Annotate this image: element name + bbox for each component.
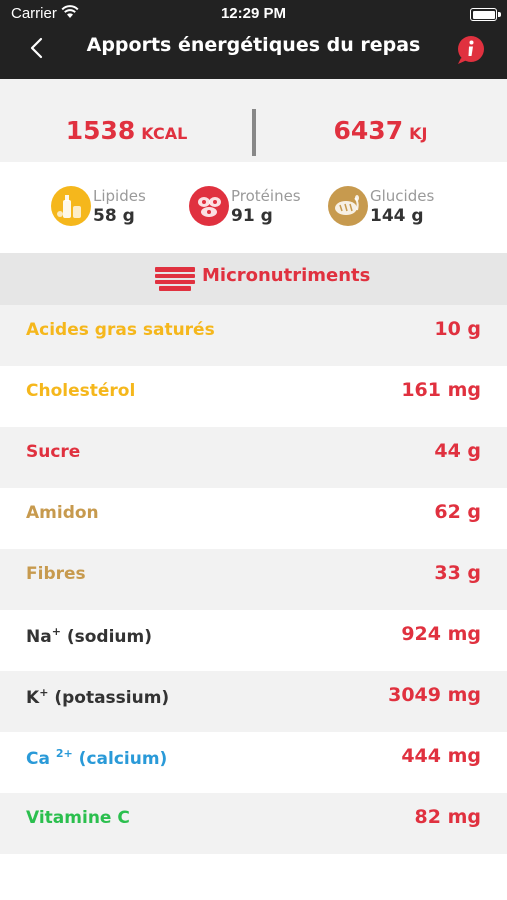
- kj-unit: KJ: [409, 124, 428, 143]
- nutrient-amount: 3049 mg: [388, 684, 481, 706]
- kcal-number: 1538: [65, 116, 136, 145]
- layers-icon: [155, 267, 195, 291]
- micronutrients-list: Acides gras saturés 10 g Cholestérol 161…: [0, 305, 507, 854]
- nutrient-amount: 924 mg: [401, 623, 481, 645]
- macro-value: 58 g: [93, 206, 135, 226]
- status-bar: Carrier 12:29 PM: [0, 0, 507, 28]
- nutrient-label: (potassium): [48, 688, 170, 708]
- nutrient-name: Na+ (sodium): [26, 625, 152, 647]
- page-title: Apports énergétiques du repas: [86, 34, 421, 56]
- macros-row: Lipides 58 g Protéines 91 g Glucides 144…: [0, 162, 507, 253]
- info-bubble-icon[interactable]: [455, 34, 487, 66]
- nutrient-amount: 444 mg: [401, 745, 481, 767]
- kcal-unit: KCAL: [141, 124, 188, 143]
- kcal-value: 1538 KCAL: [0, 79, 253, 162]
- list-item: Cholestérol 161 mg: [0, 366, 507, 427]
- macro-label: Protéines: [231, 187, 301, 205]
- nutrient-name: Vitamine C: [26, 808, 130, 828]
- nutrient-symbol: Na: [26, 627, 52, 647]
- list-item: Vitamine C 82 mg: [0, 793, 507, 854]
- list-item: Acides gras saturés 10 g: [0, 305, 507, 366]
- nav-bar: Apports énergétiques du repas: [0, 28, 507, 79]
- list-item: Sucre 44 g: [0, 427, 507, 488]
- nutrient-charge: +: [51, 625, 61, 638]
- nutrient-amount: 62 g: [434, 501, 481, 523]
- nutrient-name: Amidon: [26, 503, 99, 523]
- oil-bottle-icon: [51, 186, 91, 226]
- nutrient-name: K+ (potassium): [26, 686, 169, 708]
- macro-label: Lipides: [93, 187, 146, 205]
- nutrient-name: Fibres: [26, 564, 86, 584]
- nutrient-name: Ca 2+ (calcium): [26, 747, 167, 769]
- macro-value: 91 g: [231, 206, 273, 226]
- nutrient-label: (calcium): [72, 749, 168, 769]
- nutrient-symbol: Ca: [26, 749, 56, 769]
- nutrient-name: Cholestérol: [26, 381, 136, 401]
- list-item: Amidon 62 g: [0, 488, 507, 549]
- meat-icon: [189, 186, 229, 226]
- list-item: Ca 2+ (calcium) 444 mg: [0, 732, 507, 793]
- kj-value: 6437 KJ: [254, 79, 507, 162]
- battery-icon: [470, 8, 501, 21]
- macro-value: 144 g: [370, 206, 424, 226]
- list-item: Na+ (sodium) 924 mg: [0, 610, 507, 671]
- list-item: Fibres 33 g: [0, 549, 507, 610]
- micronutrients-title: Micronutriments: [202, 265, 371, 286]
- nutrient-amount: 82 mg: [414, 806, 481, 828]
- energy-summary: 1538 KCAL 6437 KJ: [0, 79, 507, 162]
- bread-icon: [328, 186, 368, 226]
- nutrient-label: (sodium): [60, 627, 152, 647]
- kj-number: 6437: [333, 116, 404, 145]
- nutrient-amount: 44 g: [434, 440, 481, 462]
- micronutrients-header: Micronutriments: [0, 253, 507, 305]
- status-time: 12:29 PM: [220, 5, 287, 22]
- nutrient-amount: 10 g: [434, 318, 481, 340]
- nutrient-name: Acides gras saturés: [26, 320, 215, 340]
- list-item: K+ (potassium) 3049 mg: [0, 671, 507, 732]
- nutrient-amount: 33 g: [434, 562, 481, 584]
- nutrient-symbol: K: [26, 688, 40, 708]
- nutrient-amount: 161 mg: [401, 379, 481, 401]
- top-bar: Carrier 12:29 PM Apports énergétiques du…: [0, 0, 507, 79]
- nutrient-name: Sucre: [26, 442, 81, 462]
- macro-label: Glucides: [370, 187, 435, 205]
- nutrient-charge: 2+: [55, 747, 73, 760]
